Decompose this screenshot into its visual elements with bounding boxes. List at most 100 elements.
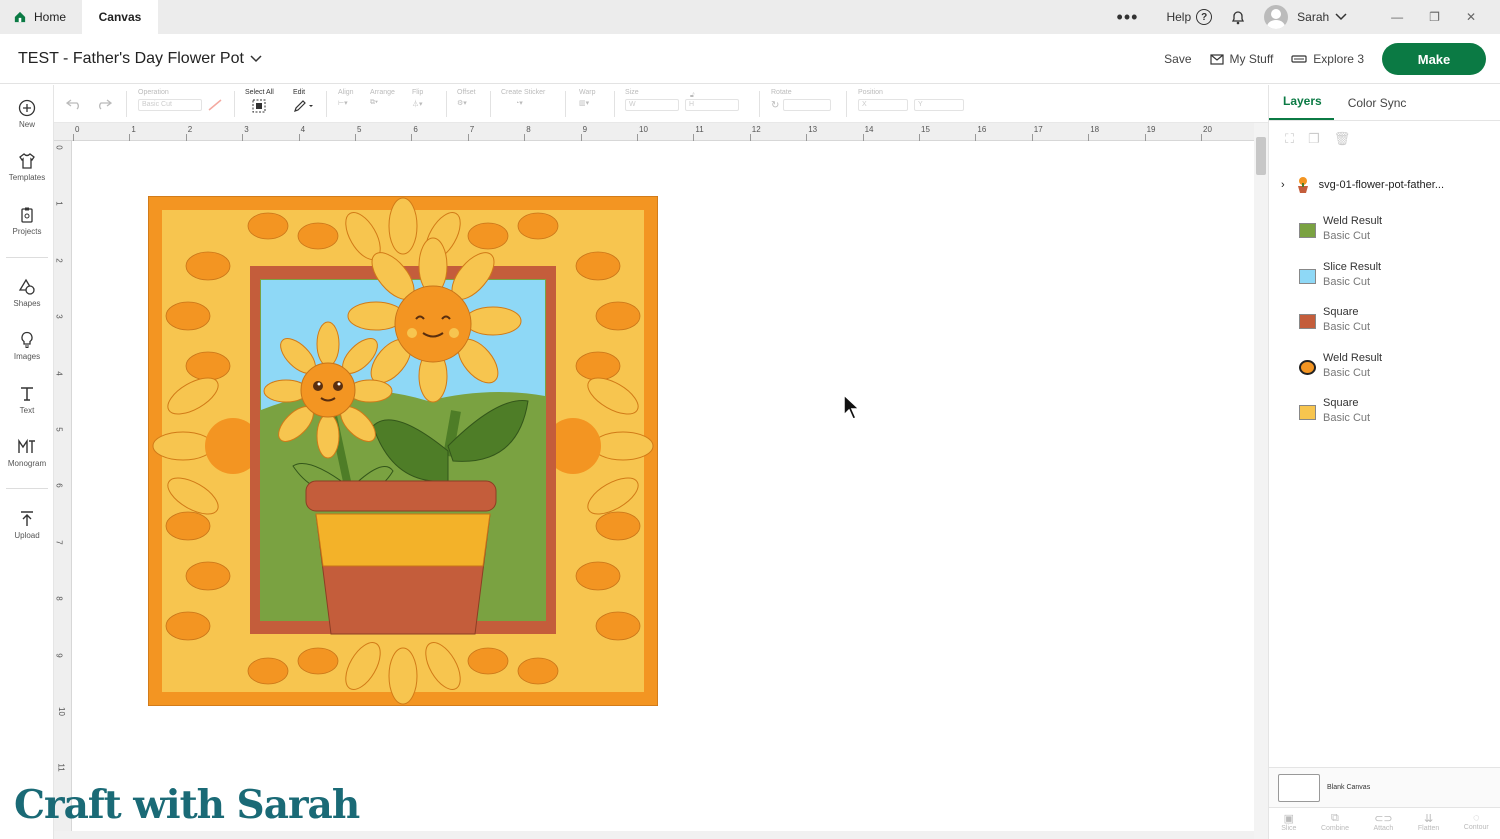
sidebar-item-label: Images [13, 352, 41, 361]
chevron-right-icon[interactable]: › [1281, 179, 1285, 191]
tab-home-label: Home [33, 10, 66, 24]
sidebar-item-label: New [18, 120, 35, 129]
question-icon: ? [1196, 9, 1213, 25]
ruler-tick-label: 8 [54, 596, 64, 601]
height-field[interactable]: H [685, 99, 739, 111]
create-sticker-group[interactable]: Create Sticker ◔▾ [501, 89, 545, 107]
sidebar-item-label: Monogram [7, 459, 47, 468]
flower-pot-thumbnail-icon [1297, 177, 1308, 193]
make-button[interactable]: Make [1382, 43, 1486, 75]
layer-color-swatch[interactable] [1299, 223, 1316, 238]
mouse-cursor [843, 393, 861, 420]
select-all-group[interactable]: Select All [245, 89, 274, 115]
sidebar-item-templates[interactable]: Templates [0, 152, 54, 182]
tool-contour[interactable]: ◌ Contour [1464, 812, 1489, 839]
chevron-down-icon[interactable] [1335, 13, 1347, 21]
operation-select[interactable]: Basic Cut [138, 99, 202, 111]
ruler-tick-label: 3 [54, 314, 64, 319]
sidebar-item-new[interactable]: New [0, 99, 54, 129]
tool-flatten[interactable]: ⇊ Flatten [1418, 812, 1439, 839]
layer-color-swatch[interactable] [1299, 268, 1316, 284]
blank-canvas-row[interactable]: Blank Canvas [1269, 767, 1500, 807]
ruler-tick [411, 134, 413, 141]
width-field[interactable]: W [625, 99, 679, 111]
edit-group[interactable]: Edit [293, 89, 315, 115]
layer-group[interactable]: › svg-01-flower-pot-father... [1269, 175, 1489, 195]
sidebar-item-upload[interactable]: Upload [0, 510, 54, 540]
ruler-tick-label: 6 [413, 125, 418, 134]
ruler-tick-label: 20 [1203, 125, 1212, 134]
operation-label: Operation [138, 89, 169, 96]
arrange-group[interactable]: Arrange ⧉▾ [370, 89, 395, 107]
more-options-icon[interactable]: ••• [1117, 7, 1139, 28]
warp-group[interactable]: Warp ▥▾ [579, 89, 595, 107]
attach-icon: ⊂⊃ [1374, 813, 1393, 825]
delete-icon[interactable]: 🗑︎ [1334, 131, 1351, 147]
rotate-icon: ↻ [771, 99, 780, 111]
sidebar-item-text[interactable]: Text [0, 385, 54, 415]
position-x-field[interactable]: X [858, 99, 908, 111]
flower-pot-design[interactable] [148, 196, 658, 706]
design-canvas[interactable] [73, 142, 1254, 831]
layer-row[interactable]: Slice Result Basic Cut [1299, 259, 1489, 293]
tab-canvas[interactable]: Canvas [82, 0, 158, 34]
machine-selector[interactable]: Explore 3 [1291, 52, 1364, 66]
blank-canvas-swatch[interactable] [1278, 774, 1320, 802]
redo-icon[interactable] [96, 98, 112, 110]
layer-color-swatch[interactable] [1299, 314, 1316, 329]
rotate-field[interactable] [783, 99, 832, 111]
flip-group[interactable]: Flip ⏃▾ [412, 89, 423, 109]
help-button[interactable]: Help? [1166, 9, 1213, 25]
sidebar-item-projects[interactable]: Projects [0, 206, 54, 236]
scrollbar-thumb[interactable] [1256, 137, 1266, 175]
user-name[interactable]: Sarah [1297, 10, 1329, 24]
tab-layers[interactable]: Layers [1269, 94, 1334, 120]
align-group[interactable]: Align ⊢▾ [338, 89, 354, 107]
tab-color-sync[interactable]: Color Sync [1334, 96, 1419, 120]
pen-color-icon[interactable] [208, 99, 222, 111]
toolbar-divider [326, 91, 327, 117]
rotate-label: Rotate [771, 89, 792, 96]
tool-combine[interactable]: ⧉ Combine [1321, 812, 1349, 839]
project-title[interactable]: TEST - Father's Day Flower Pot [18, 50, 262, 68]
ruler-tick [693, 134, 695, 141]
group-icon[interactable]: ⛶ [1285, 131, 1294, 147]
vertical-scrollbar[interactable] [1254, 123, 1268, 839]
minimize-icon[interactable]: — [1391, 10, 1403, 24]
sidebar-item-shapes[interactable]: Shapes [0, 278, 54, 308]
duplicate-icon[interactable]: ❐ [1308, 131, 1320, 147]
sidebar-divider [6, 488, 48, 489]
my-stuff-button[interactable]: My Stuff [1209, 52, 1273, 66]
toolbar-divider [126, 91, 127, 117]
pencil-icon [294, 100, 313, 112]
ruler-tick [129, 134, 131, 141]
layer-row[interactable]: Weld Result Basic Cut [1299, 213, 1489, 247]
lightbulb-icon [21, 331, 33, 348]
flip-icon: ⏃▾ [412, 101, 423, 108]
sidebar-item-images[interactable]: Images [0, 331, 54, 361]
ruler-tick [1144, 134, 1146, 141]
offset-icon: ⚙▾ [457, 100, 467, 107]
layer-row[interactable]: Square Basic Cut [1299, 395, 1489, 429]
position-y-field[interactable]: Y [914, 99, 964, 111]
undo-icon[interactable] [66, 98, 82, 110]
ruler-tick [185, 134, 187, 141]
restore-icon[interactable]: ❐ [1429, 10, 1440, 24]
tool-attach[interactable]: ⊂⊃ Attach [1373, 812, 1393, 839]
tool-slice[interactable]: ▣ Slice [1281, 812, 1296, 839]
layer-color-swatch[interactable] [1299, 405, 1316, 420]
bell-icon[interactable] [1230, 9, 1246, 25]
layer-row[interactable]: Weld Result Basic Cut [1299, 350, 1489, 384]
offset-group[interactable]: Offset ⚙▾ [457, 89, 476, 107]
sidebar-item-monogram[interactable]: Monogram [0, 438, 54, 468]
save-button[interactable]: Save [1164, 52, 1191, 66]
lock-icon[interactable]: 🔓︎ [690, 92, 695, 100]
close-icon[interactable]: ✕ [1466, 10, 1476, 24]
horizontal-scrollbar[interactable] [54, 831, 1254, 839]
tab-home[interactable]: Home [0, 0, 82, 34]
toolbar-divider [490, 91, 491, 117]
layer-row[interactable]: Square Basic Cut [1299, 304, 1489, 338]
layer-color-swatch[interactable] [1299, 359, 1316, 375]
avatar[interactable] [1264, 5, 1289, 29]
ruler-tick [467, 134, 469, 141]
